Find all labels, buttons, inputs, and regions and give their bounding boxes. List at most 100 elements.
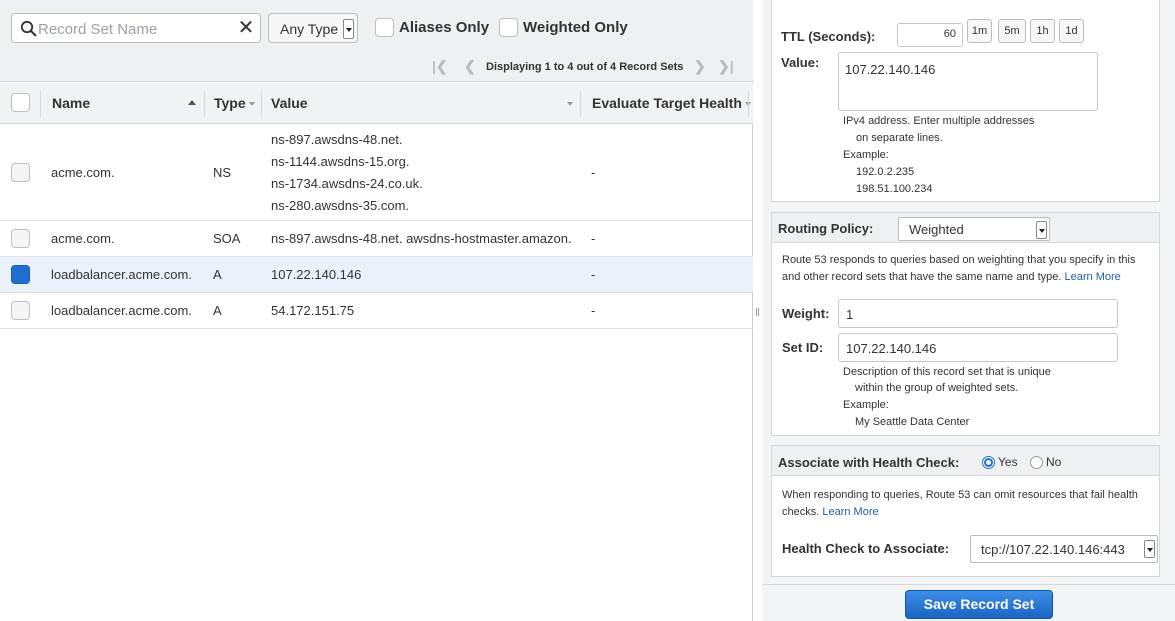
weighted-only-checkbox[interactable] [499,18,518,37]
health-check-label: Associate with Health Check: [778,455,960,470]
record-type: NS [213,165,232,180]
search-icon [20,20,37,37]
routing-description-2: and other record sets that have the same… [782,271,1121,283]
routing-policy-label: Routing Policy: [778,221,874,236]
health-check-yes-radio[interactable] [982,456,995,469]
record-value-line: ns-1734.awsdns-24.co.uk. [271,176,423,191]
health-check-yes-label: Yes [998,455,1018,469]
type-filter-select[interactable]: Any Type [268,13,358,43]
column-header-eval-label: Evaluate Target Health [592,95,742,111]
column-header-value[interactable]: Value [271,95,308,111]
row-checkbox-checked[interactable] [11,265,30,284]
health-check-learn-more-link[interactable]: Learn More [822,506,878,518]
first-page-icon[interactable]: |❮ [432,58,448,75]
search-placeholder: Record Set Name [38,21,158,38]
table-row[interactable]: acme.com. NS ns-897.awsdns-48.net. ns-11… [0,124,753,221]
ttl-value-panel: TTL (Seconds): 60 1m 5m 1h 1d Value: 107… [771,0,1160,202]
routing-description-text: and other record sets that have the same… [782,271,1062,283]
weight-input[interactable]: 1 [838,299,1118,328]
column-header-type-label: Type [214,95,246,111]
pager-text: Displaying 1 to 4 out of 4 Record Sets [486,61,684,73]
routing-description: Route 53 responds to queries based on we… [782,254,1136,266]
ttl-1h-button[interactable]: 1h [1030,19,1055,43]
row-checkbox[interactable] [11,301,30,320]
last-page-icon[interactable]: ❯| [718,58,734,75]
value-help-line: on separate lines. [856,132,943,144]
column-divider [40,91,41,117]
ttl-1d-button[interactable]: 1d [1059,19,1084,43]
value-help-line: IPv4 address. Enter multiple addresses [843,115,1035,127]
health-check-to-associate-label: Health Check to Associate: [782,541,950,556]
clear-search-icon[interactable]: ✕ [234,16,258,40]
next-page-icon[interactable]: ❯ [694,58,706,75]
ttl-input[interactable]: 60 [897,23,963,47]
weighted-only-label: Weighted Only [523,19,628,36]
column-divider [204,91,205,117]
routing-policy-select[interactable]: Weighted [898,217,1050,241]
value-textarea[interactable]: 107.22.140.146 [838,52,1098,111]
health-check-description: When responding to queries, Route 53 can… [782,489,1138,501]
set-id-help-example: My Seattle Data Center [855,416,970,428]
row-checkbox[interactable] [11,229,30,248]
ttl-5m-button[interactable]: 5m [998,19,1026,43]
routing-learn-more-link[interactable]: Learn More [1065,271,1121,283]
health-check-value: tcp://107.22.140.146:443 [981,542,1125,557]
record-eval-health: - [591,231,596,246]
record-value: 54.172.151.75 [271,303,355,318]
table-row-selected[interactable]: loadbalancer.acme.com. A 107.22.140.146 … [0,257,753,293]
set-id-help-line: within the group of weighted sets. [855,382,1019,394]
routing-policy-panel: Routing Policy: Weighted Route 53 respon… [771,212,1160,436]
record-name: loadbalancer.acme.com. [51,303,192,318]
column-header-name[interactable]: Name [52,95,90,111]
set-id-help-example-label: Example: [843,399,889,411]
record-sets-table: Name Type Value Evaluate Target Health a… [0,83,753,329]
sort-ascending-icon[interactable] [188,100,196,105]
type-filter-value: Any Type [280,21,339,37]
table-header: Name Type Value Evaluate Target Health [0,83,753,124]
aliases-only-checkbox[interactable] [375,18,394,37]
footer-divider [762,584,1175,585]
record-type: SOA [213,231,241,246]
health-check-select[interactable]: tcp://107.22.140.146:443 [970,535,1158,563]
table-row[interactable]: loadbalancer.acme.com. A 54.172.151.75 - [0,293,753,329]
record-value-line: ns-280.awsdns-35.com. [271,198,410,213]
record-value-line: ns-897.awsdns-48.net. [271,132,403,147]
record-value-line: ns-1144.awsdns-15.org. [271,154,410,169]
column-divider [748,91,749,117]
table-row[interactable]: acme.com. SOA ns-897.awsdns-48.net. awsd… [0,221,753,257]
ttl-1m-button[interactable]: 1m [967,19,992,43]
chevron-down-icon [248,102,255,107]
aliases-only-label: Aliases Only [399,19,490,36]
save-record-set-button[interactable]: Save Record Set [905,590,1053,619]
pager: |❮ ❮ Displaying 1 to 4 out of 4 Record S… [432,58,742,76]
ttl-label: TTL (Seconds): [781,29,876,44]
routing-policy-value: Weighted [909,222,964,237]
health-check-panel: Associate with Health Check: Yes No When… [771,445,1160,577]
set-id-input[interactable]: 107.22.140.146 [838,333,1118,362]
column-divider [261,91,262,117]
value-help-example: 192.0.2.235 [856,166,915,178]
record-eval-health: - [591,303,596,318]
column-header-evaluate-target-health[interactable]: Evaluate Target Health [592,95,751,111]
record-name: acme.com. [51,231,115,246]
set-id-help-line: Description of this record set that is u… [843,366,1051,378]
health-check-no-radio[interactable] [1030,456,1043,469]
record-eval-health: - [591,165,596,180]
health-check-description-2: checks. Learn More [782,506,879,518]
weight-label: Weight: [782,306,830,321]
column-divider [580,91,581,117]
select-all-checkbox[interactable] [11,93,30,112]
set-id-label: Set ID: [782,340,824,355]
chevron-down-icon[interactable] [567,102,573,106]
value-label: Value: [781,55,820,70]
search-input[interactable]: Record Set Name ✕ [11,13,261,43]
prev-page-icon[interactable]: ❮ [464,58,476,75]
record-type: A [213,303,222,318]
column-header-type[interactable]: Type [214,95,255,111]
record-name: loadbalancer.acme.com. [51,267,192,282]
chevron-down-icon [343,19,354,39]
chevron-down-icon [1036,221,1047,239]
pane-splitter[interactable] [753,0,762,621]
drag-handle-icon[interactable] [756,308,759,316]
row-checkbox[interactable] [11,163,30,182]
